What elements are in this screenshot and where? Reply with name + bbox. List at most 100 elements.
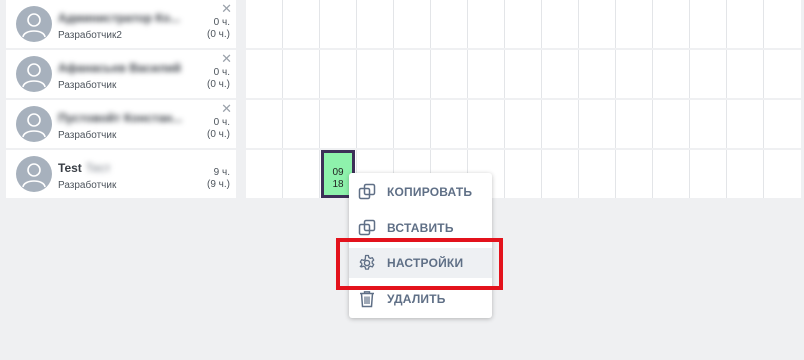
grid-cell[interactable]	[542, 100, 579, 148]
grid-cell[interactable]	[616, 100, 653, 148]
grid-cell[interactable]	[283, 50, 320, 98]
grid-cell[interactable]	[283, 100, 320, 148]
grid-cell[interactable]	[653, 50, 690, 98]
menu-item-label: ВСТАВИТЬ	[387, 221, 454, 235]
grid-cell[interactable]	[246, 100, 283, 148]
grid-cell[interactable]	[579, 0, 616, 48]
grid-cell[interactable]	[431, 100, 468, 148]
employee-last-name: Тест	[85, 161, 111, 175]
grid-cell[interactable]	[764, 150, 801, 198]
grid-cell[interactable]	[764, 0, 801, 48]
grid-cell[interactable]	[579, 50, 616, 98]
grid-cell[interactable]	[394, 0, 431, 48]
grid-cell[interactable]	[357, 50, 394, 98]
grid-cell[interactable]	[431, 50, 468, 98]
hours-value: 0 ч.	[213, 67, 230, 78]
grid-row	[246, 50, 804, 98]
grid-cell[interactable]	[505, 150, 542, 198]
shift-end-time: 18	[332, 179, 344, 190]
user-icon	[22, 63, 46, 88]
grid-cell[interactable]	[616, 50, 653, 98]
grid-cell[interactable]	[505, 100, 542, 148]
grid-cell[interactable]	[764, 100, 801, 148]
grid-cell[interactable]	[690, 0, 727, 48]
grid-cell[interactable]	[727, 50, 764, 98]
close-icon[interactable]: ✕	[221, 2, 232, 15]
employee-row[interactable]: Test Тест Разработчик 9 ч. (9 ч.)	[6, 150, 236, 198]
grid-cell[interactable]	[690, 50, 727, 98]
employee-role: Разработчик	[58, 130, 117, 141]
employee-list: Администратор Ко... Разработчик2 0 ч. (0…	[6, 0, 236, 200]
grid-cell[interactable]	[468, 0, 505, 48]
copy-icon	[358, 183, 376, 200]
menu-item-label: УДАЛИТЬ	[387, 292, 446, 306]
user-icon	[22, 113, 46, 138]
grid-cell[interactable]	[616, 0, 653, 48]
grid-cell[interactable]	[431, 0, 468, 48]
grid-row	[246, 100, 804, 148]
employee-hours: 0 ч. (0 ч.)	[207, 17, 230, 41]
grid-cell[interactable]	[653, 100, 690, 148]
grid-cell[interactable]	[320, 0, 357, 48]
employee-first-name: Test	[58, 161, 82, 175]
grid-row	[246, 0, 804, 48]
employee-row[interactable]: Пустовойт Констан... Разработчик 0 ч. (0…	[6, 100, 236, 148]
hours-value: 9 ч.	[213, 167, 230, 178]
grid-cell[interactable]	[542, 150, 579, 198]
menu-item-copy[interactable]: КОПИРОВАТЬ	[349, 177, 492, 207]
grid-cell[interactable]	[394, 100, 431, 148]
grid-cell[interactable]	[690, 100, 727, 148]
user-icon	[22, 163, 46, 188]
grid-cell[interactable]	[727, 100, 764, 148]
grid-cell[interactable]	[616, 150, 653, 198]
grid-cell[interactable]	[542, 50, 579, 98]
grid-cell[interactable]	[542, 0, 579, 48]
employee-hours: 9 ч. (9 ч.)	[207, 167, 230, 191]
employee-role: Разработчик	[58, 180, 117, 191]
employee-hours: 0 ч. (0 ч.)	[207, 67, 230, 91]
employee-row[interactable]: Администратор Ко... Разработчик2 0 ч. (0…	[6, 0, 236, 48]
grid-cell[interactable]	[764, 50, 801, 98]
hours-value: 0 ч.	[213, 117, 230, 128]
grid-cell[interactable]	[246, 50, 283, 98]
grid-cell[interactable]	[505, 0, 542, 48]
avatar	[16, 56, 52, 92]
grid-cell[interactable]	[579, 100, 616, 148]
hours-total: (0 ч.)	[207, 129, 230, 140]
grid-cell[interactable]	[653, 150, 690, 198]
grid-cell[interactable]	[653, 0, 690, 48]
grid-cell[interactable]	[357, 0, 394, 48]
employee-role: Разработчик	[58, 80, 117, 91]
grid-cell[interactable]	[727, 150, 764, 198]
grid-cell[interactable]	[727, 0, 764, 48]
employee-row[interactable]: Афанасьев Василий Разработчик 0 ч. (0 ч.…	[6, 50, 236, 98]
grid-cell[interactable]	[468, 100, 505, 148]
close-icon[interactable]: ✕	[221, 52, 232, 65]
highlight-box	[336, 238, 503, 290]
grid-cell[interactable]	[246, 150, 283, 198]
grid-cell[interactable]	[690, 150, 727, 198]
grid-cell[interactable]	[283, 0, 320, 48]
grid-cell[interactable]	[468, 50, 505, 98]
employee-name: Пустовойт Констан...	[58, 111, 183, 125]
employee-name: Афанасьев Василий	[58, 61, 181, 75]
employee-hours: 0 ч. (0 ч.)	[207, 117, 230, 141]
hours-total: (0 ч.)	[207, 79, 230, 90]
trash-icon	[360, 291, 374, 308]
close-icon[interactable]: ✕	[221, 102, 232, 115]
grid-cell[interactable]	[579, 150, 616, 198]
grid-cell[interactable]	[320, 100, 357, 148]
user-icon	[22, 13, 46, 38]
grid-cell[interactable]	[246, 0, 283, 48]
grid-cell[interactable]	[394, 50, 431, 98]
grid-cell[interactable]	[320, 50, 357, 98]
avatar	[16, 156, 52, 192]
grid-cell[interactable]	[357, 100, 394, 148]
grid-cell[interactable]	[505, 50, 542, 98]
menu-item-label: КОПИРОВАТЬ	[387, 185, 473, 199]
grid-cell[interactable]	[283, 150, 320, 198]
hours-total: (0 ч.)	[207, 29, 230, 40]
shift-start-time: 09	[332, 167, 344, 178]
employee-name: Test Тест	[58, 161, 111, 175]
hours-total: (9 ч.)	[207, 179, 230, 190]
